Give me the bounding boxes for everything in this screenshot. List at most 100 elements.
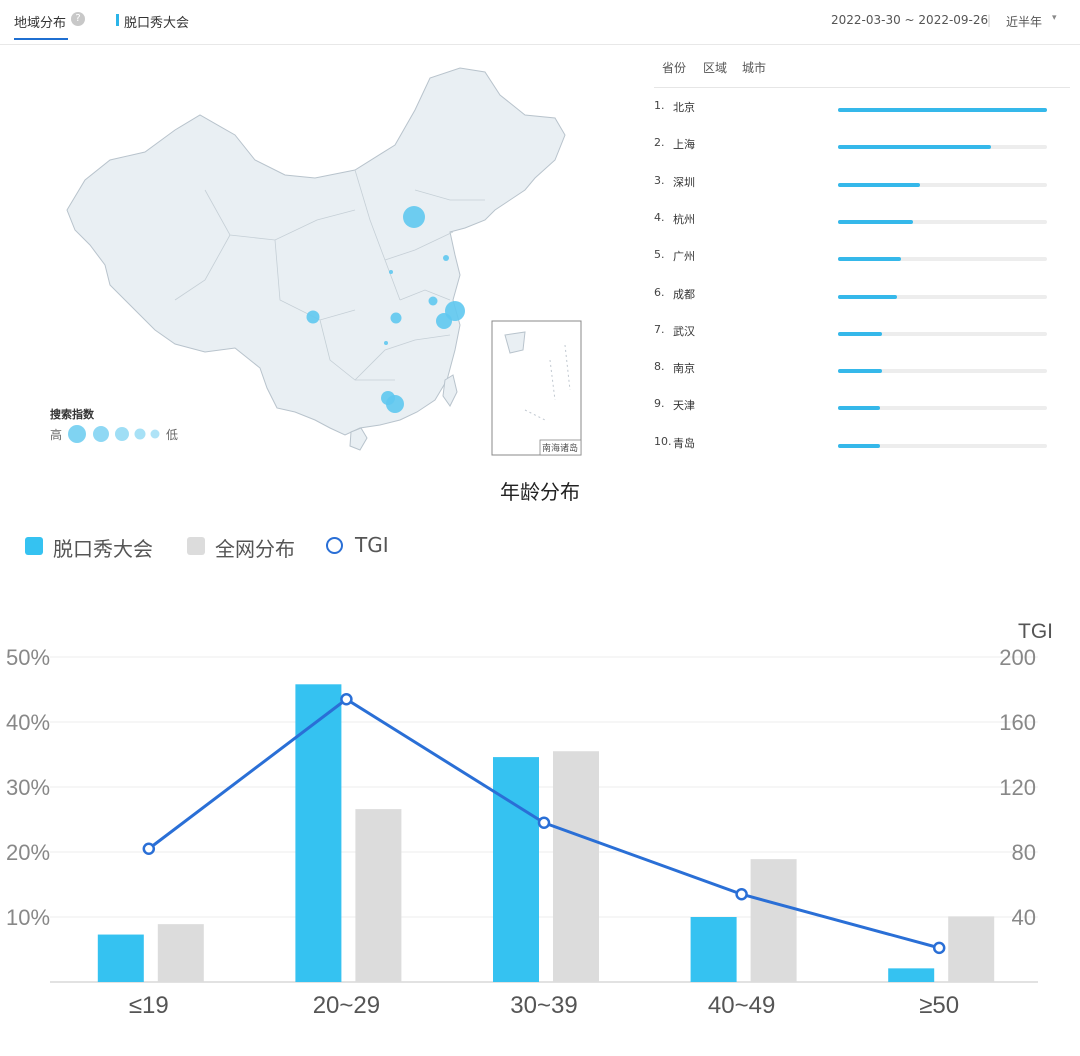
- bar-brand: [690, 917, 737, 982]
- x-tick-label: ≤19: [129, 992, 169, 1019]
- legend-title: 搜索指数: [50, 408, 94, 421]
- taiwan-shape: [442, 374, 458, 407]
- bubble-changsha: [384, 341, 388, 345]
- rank-bar-fill: [838, 108, 1047, 112]
- rank-bar-track: [838, 294, 1047, 299]
- rank-row[interactable]: 7. 武汉: [654, 323, 1054, 343]
- y-left-tick-label: 20%: [6, 840, 50, 865]
- bubble-hangzhou: [436, 313, 452, 329]
- legend-brand-label[interactable]: 脱口秀大会: [53, 533, 153, 562]
- rank-bar-track: [838, 182, 1047, 187]
- legend-low-label: 低: [166, 428, 179, 442]
- rank-city-name: 天津: [673, 399, 695, 413]
- rank-city-name: 武汉: [673, 324, 695, 338]
- tab-province[interactable]: 省份: [662, 59, 686, 76]
- rank-bar-track: [838, 219, 1047, 224]
- rank-bar-track: [838, 369, 1047, 374]
- rank-row[interactable]: 5. 广州: [654, 248, 1054, 268]
- rank-city-name: 广州: [673, 250, 695, 264]
- x-tick-label: 40~49: [708, 992, 775, 1019]
- rank-row[interactable]: 4. 杭州: [654, 211, 1054, 231]
- bubble-guangzhou: [381, 391, 395, 405]
- y-left-tick-label: 50%: [6, 645, 50, 670]
- rank-bar-track: [838, 108, 1047, 112]
- rank-number: 6.: [654, 285, 665, 299]
- rank-number: 4.: [654, 210, 665, 224]
- rank-bar-fill: [838, 406, 880, 411]
- chart-bars: [97, 684, 995, 982]
- chevron-down-icon[interactable]: ▾: [1052, 13, 1057, 23]
- tab-area[interactable]: 区域: [703, 59, 727, 76]
- rank-row[interactable]: 1. 北京: [654, 99, 1054, 119]
- rank-row[interactable]: 9. 天津: [654, 397, 1054, 417]
- mainland-shape: [66, 67, 566, 436]
- rank-city-name: 上海: [673, 138, 695, 152]
- bar-overall: [157, 924, 204, 982]
- legend-overall-label[interactable]: 全网分布: [215, 533, 295, 562]
- rank-bar-track: [838, 443, 1047, 448]
- keyword-color-marker: [116, 14, 119, 26]
- bar-brand: [493, 757, 539, 982]
- tgi-point: [537, 816, 551, 829]
- ranking-divider: [654, 87, 1070, 88]
- rank-bar-fill: [838, 294, 897, 299]
- tgi-point: [932, 941, 946, 955]
- legend-high-label: 高: [50, 428, 63, 442]
- bubble-qingdao: [443, 255, 449, 261]
- rank-bar-track: [838, 145, 1047, 150]
- rank-number: 8.: [654, 360, 665, 374]
- age-chart: 10% 20% 30% 40% 50% 40 80 120 160 200TGI ≤19 20~29 3…: [6, 620, 1053, 1019]
- rank-number: 9.: [654, 397, 665, 411]
- rank-bar-track: [838, 257, 1047, 262]
- bar-overall: [553, 751, 599, 982]
- y-right-axis-label: TGI: [1018, 620, 1053, 643]
- rank-bar-fill: [838, 182, 920, 187]
- y-left-tick-label: 10%: [6, 905, 50, 930]
- y-right-tick-label: 80: [1012, 840, 1036, 865]
- inset-label: 南海诸岛: [542, 442, 578, 453]
- tgi-point: [735, 888, 748, 901]
- rank-row[interactable]: 2. 上海: [654, 136, 1054, 156]
- rank-bar-fill: [838, 443, 880, 448]
- rank-number: 2.: [654, 136, 665, 150]
- bubble-nanjing: [428, 296, 438, 306]
- legend-swatch-tgi: [326, 537, 343, 554]
- tgi-point: [142, 842, 156, 855]
- age-chart-title: 年龄分布: [500, 480, 580, 504]
- rank-bar-fill: [838, 219, 914, 224]
- rank-bar-fill: [838, 331, 882, 336]
- y-left-tick-label: 30%: [6, 775, 50, 800]
- rank-number: 1.: [654, 99, 665, 112]
- rank-number: 3.: [654, 173, 665, 187]
- help-icon[interactable]: ?: [71, 12, 85, 26]
- rank-bar-track: [838, 406, 1047, 411]
- legend-swatch-brand: [25, 537, 43, 555]
- rank-city-name: 南京: [673, 362, 695, 376]
- legend-tgi-label[interactable]: TGI: [355, 533, 389, 557]
- y-right-tick-label: 40: [1012, 905, 1036, 930]
- rank-row[interactable]: 8. 南京: [654, 360, 1054, 380]
- legend-swatch-overall: [187, 537, 205, 555]
- rank-bar-fill: [838, 369, 882, 374]
- rank-row[interactable]: 3. 深圳: [654, 174, 1054, 194]
- period-select[interactable]: 近半年: [1006, 13, 1042, 30]
- chart-tgi-line: [142, 693, 946, 955]
- rank-number: 5.: [654, 248, 665, 262]
- y-left-tick-label: 40%: [6, 710, 50, 735]
- y-right-tick-label: 200: [999, 645, 1036, 670]
- bubble-zhengzhou: [389, 270, 393, 274]
- rank-bar-track: [838, 331, 1047, 336]
- y-right-tick-label: 120: [999, 775, 1036, 800]
- rank-row[interactable]: 6. 成都: [654, 286, 1054, 306]
- x-tick-label: ≥50: [919, 992, 959, 1019]
- rank-city-name: 北京: [673, 101, 695, 114]
- date-range[interactable]: 2022-03-30 ~ 2022-09-26: [831, 13, 988, 27]
- rank-row[interactable]: 10. 青岛: [654, 435, 1054, 455]
- tab-region-distribution[interactable]: 地域分布: [14, 12, 66, 31]
- keyword-label: 脱口秀大会: [124, 16, 190, 31]
- tgi-point: [340, 693, 353, 706]
- rank-city-name: 杭州: [673, 212, 695, 226]
- bar-brand: [295, 684, 342, 982]
- tab-city[interactable]: 城市: [742, 59, 766, 76]
- bubble-beijing: [403, 206, 425, 228]
